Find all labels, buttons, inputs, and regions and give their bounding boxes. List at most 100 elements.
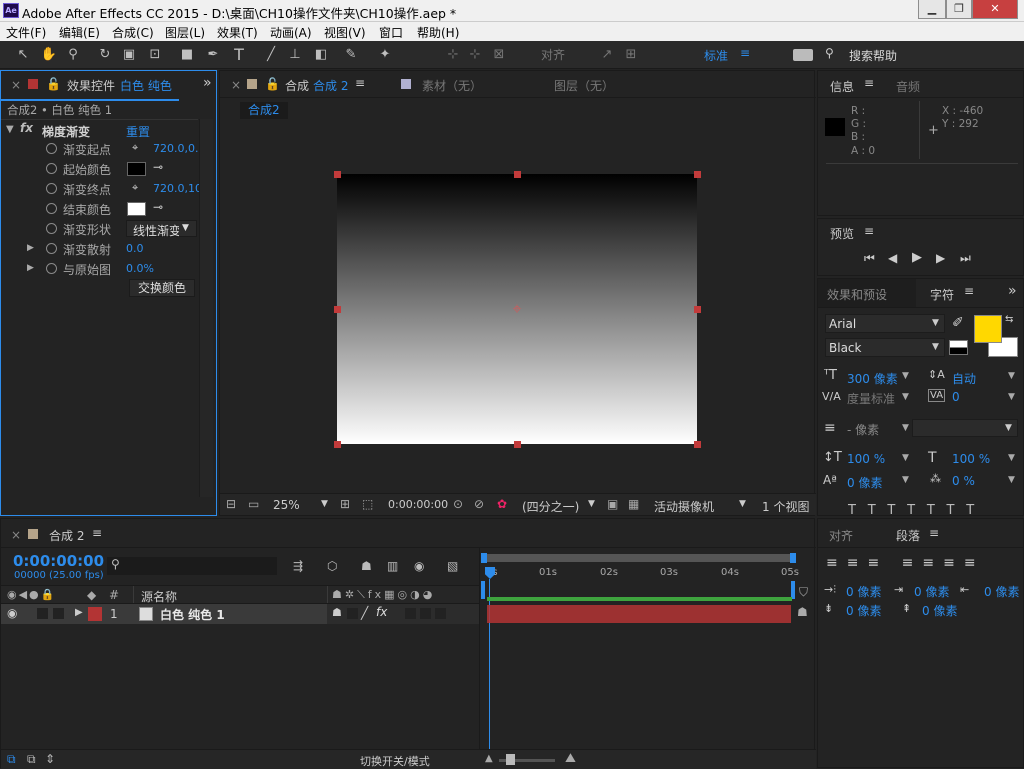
- chevron-down-icon[interactable]: ▼: [902, 475, 909, 485]
- zoom-slider-thumb[interactable]: [506, 754, 515, 765]
- chevron-down-icon[interactable]: ▼: [739, 499, 746, 509]
- leading-value[interactable]: 自动: [952, 370, 976, 387]
- chevron-down-icon[interactable]: ▼: [902, 371, 909, 381]
- tab-character[interactable]: 字符: [930, 286, 954, 303]
- tab-audio[interactable]: 音频: [896, 78, 920, 95]
- eraser-tool-icon[interactable]: ◧: [312, 46, 330, 64]
- eye-icon[interactable]: ◉: [7, 606, 17, 620]
- tab-composition[interactable]: 合成: [285, 77, 309, 94]
- font-style-dropdown[interactable]: Black ▼: [825, 338, 945, 357]
- always-preview-icon[interactable]: ⊟: [226, 497, 236, 511]
- axis-local-icon[interactable]: ⊹: [444, 46, 462, 64]
- space-after-value[interactable]: 0 像素: [922, 602, 957, 619]
- zoom-out-icon[interactable]: ▲: [485, 753, 493, 764]
- tab-info[interactable]: 信息: [830, 78, 854, 95]
- black-white-swatch[interactable]: [949, 340, 968, 355]
- panel-menu-icon[interactable]: ≡: [355, 76, 365, 90]
- expand-triangle-icon[interactable]: ▶: [27, 263, 34, 273]
- next-frame-icon[interactable]: ▶: [936, 251, 945, 265]
- menu-layer[interactable]: 图层(L): [165, 24, 205, 41]
- menu-edit[interactable]: 编辑(E): [59, 24, 100, 41]
- eyedropper-icon[interactable]: ⊸: [153, 200, 163, 214]
- frame-blending-icon[interactable]: ▥: [387, 559, 398, 573]
- views-dropdown[interactable]: 1 个视图: [762, 498, 814, 515]
- puppet-tool-icon[interactable]: ✦: [376, 46, 394, 64]
- type-tool-icon[interactable]: T: [230, 46, 248, 64]
- chevron-down-icon[interactable]: ▼: [321, 499, 328, 509]
- roto-brush-tool-icon[interactable]: ✎: [342, 46, 360, 64]
- fx-icon[interactable]: fx: [20, 121, 33, 135]
- transform-handle[interactable]: [694, 171, 701, 178]
- zoom-value[interactable]: 25%: [273, 498, 300, 512]
- chevron-down-icon[interactable]: ▼: [902, 453, 909, 463]
- prop-value[interactable]: 720.0,0.0: [153, 142, 199, 155]
- stopwatch-icon[interactable]: [46, 163, 57, 174]
- stroke-type-dropdown[interactable]: ▼: [912, 419, 1018, 437]
- menu-help[interactable]: 帮助(H): [417, 24, 459, 41]
- menu-composition[interactable]: 合成(C): [112, 24, 154, 41]
- shape-dropdown[interactable]: 线性渐变 ▼: [126, 220, 197, 238]
- chevron-down-icon[interactable]: ▼: [1008, 371, 1015, 381]
- transfer-controls-icon[interactable]: ⧉: [27, 752, 36, 767]
- zoom-tool-icon[interactable]: ⚲: [64, 46, 82, 64]
- eyedropper-icon[interactable]: ⊸: [153, 160, 163, 174]
- toggle-switches-modes[interactable]: 切换开关/模式: [360, 753, 430, 769]
- panel-menu-icon[interactable]: ≡: [864, 76, 874, 90]
- channel-icon[interactable]: ✿: [497, 497, 507, 511]
- eyedropper-icon[interactable]: ✐: [952, 315, 964, 331]
- tab-footage[interactable]: 素材（无）: [422, 77, 482, 94]
- in-out-toggle-icon[interactable]: ⇕: [45, 752, 55, 766]
- tab-layer[interactable]: 图层（无）: [554, 77, 614, 94]
- effects-switch-icon[interactable]: fx: [376, 605, 387, 619]
- snapshot-icon[interactable]: ⊙: [453, 497, 463, 511]
- clone-stamp-tool-icon[interactable]: ⊥: [286, 46, 304, 64]
- lock-icon[interactable]: 🔓: [46, 77, 61, 91]
- graph-editor-icon[interactable]: ▧: [447, 559, 458, 573]
- transparency-grid-icon[interactable]: ▦: [628, 497, 639, 511]
- first-frame-icon[interactable]: ⏮: [864, 251, 875, 266]
- crosshair-icon[interactable]: ⌖: [132, 181, 138, 195]
- layer-row[interactable]: ◉ ▶ 1 白色 纯色 1 ☗ ╱ fx: [1, 604, 479, 624]
- mask-visibility-icon[interactable]: ⬚: [362, 497, 373, 511]
- reset-button[interactable]: 重置: [126, 123, 150, 140]
- start-color-swatch[interactable]: [127, 162, 146, 176]
- menu-animation[interactable]: 动画(A): [270, 24, 312, 41]
- adjustment-switch[interactable]: [420, 608, 431, 619]
- monitor-icon[interactable]: ▭: [248, 497, 259, 511]
- search-help-input[interactable]: 搜索帮助: [849, 47, 897, 64]
- space-before-value[interactable]: 0 像素: [846, 602, 881, 619]
- rectangle-tool-icon[interactable]: ■: [178, 46, 196, 64]
- last-frame-icon[interactable]: ⏭: [960, 251, 971, 266]
- expand-triangle-icon[interactable]: ▶: [75, 607, 83, 618]
- tracking-value[interactable]: 0: [952, 390, 960, 404]
- axis-view-icon[interactable]: ⊠: [490, 46, 508, 64]
- panel-menu-icon[interactable]: ≡: [92, 526, 102, 540]
- resolution-dropdown[interactable]: (四分之一): [522, 498, 579, 515]
- indent-left-value[interactable]: 0 像素: [846, 583, 881, 600]
- chevron-down-icon[interactable]: ▼: [902, 423, 909, 433]
- motion-blur-switch[interactable]: [405, 608, 416, 619]
- lock-icon[interactable]: 🔓: [265, 77, 280, 91]
- font-size-value[interactable]: 300 像素: [847, 370, 898, 387]
- keyboard-icon[interactable]: [793, 49, 813, 61]
- work-area-end-handle[interactable]: [790, 553, 796, 563]
- source-name-header[interactable]: 源名称: [141, 588, 177, 605]
- transform-handle[interactable]: [694, 441, 701, 448]
- stopwatch-icon[interactable]: [46, 223, 57, 234]
- menu-effect[interactable]: 效果(T): [217, 24, 258, 41]
- shy-layers-icon[interactable]: ☗: [361, 559, 372, 573]
- workspace-menu-icon[interactable]: ≡: [740, 46, 750, 60]
- transform-handle[interactable]: [334, 171, 341, 178]
- selection-tool-icon[interactable]: ↖: [14, 46, 32, 64]
- snap-feather-icon[interactable]: ⊞: [622, 46, 640, 64]
- panel-close-icon[interactable]: ×: [11, 528, 21, 542]
- pen-tool-icon[interactable]: ✒: [204, 46, 222, 64]
- end-color-swatch[interactable]: [127, 202, 146, 216]
- kerning-value[interactable]: 度量标准: [847, 390, 895, 407]
- crosshair-icon[interactable]: ⌖: [132, 141, 138, 155]
- tab-paragraph[interactable]: 段落: [896, 527, 920, 544]
- work-area-bar[interactable]: [483, 554, 795, 562]
- tsume-value[interactable]: 0 %: [952, 474, 975, 488]
- stroke-width-value[interactable]: - 像素: [847, 421, 879, 438]
- camera-tool-icon[interactable]: ▣: [120, 46, 138, 64]
